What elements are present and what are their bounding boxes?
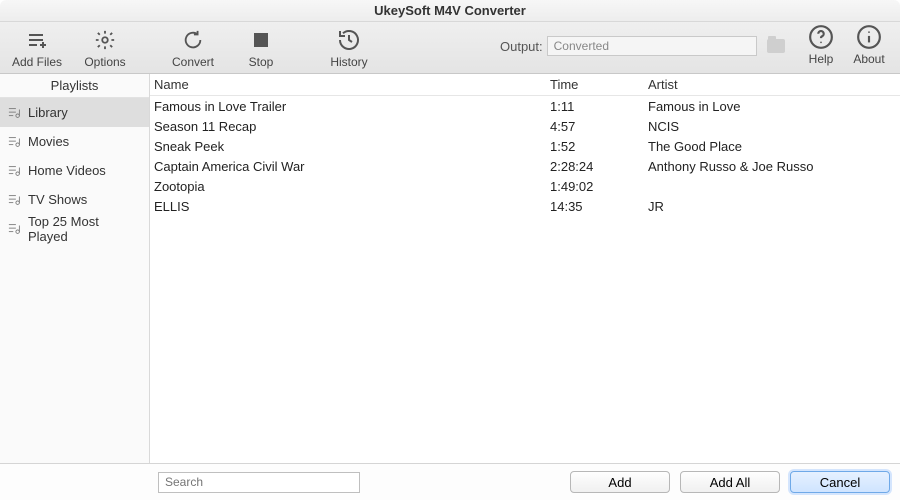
add-all-button[interactable]: Add All	[680, 471, 780, 493]
help-icon	[808, 24, 834, 50]
toolbar-right-group: Help About	[800, 24, 890, 66]
output-section: Output:	[500, 36, 785, 56]
app-title: UkeySoft M4V Converter	[374, 3, 526, 18]
cell-artist: Famous in Love	[648, 99, 900, 114]
sidebar-header: Playlists	[0, 74, 149, 98]
history-button[interactable]: History	[322, 27, 376, 69]
add-files-label: Add Files	[12, 55, 62, 69]
playlist-icon	[8, 193, 22, 207]
col-header-time[interactable]: Time	[550, 77, 648, 92]
stop-label: Stop	[249, 55, 274, 69]
refresh-icon	[181, 27, 205, 53]
convert-button[interactable]: Convert	[166, 27, 220, 69]
table-row[interactable]: Zootopia1:49:02	[150, 176, 900, 196]
sidebar-item-label: Movies	[28, 134, 69, 149]
playlist-icon	[8, 106, 22, 120]
col-header-name[interactable]: Name	[150, 77, 550, 92]
history-label: History	[330, 55, 367, 69]
help-button[interactable]: Help	[800, 24, 842, 66]
content-area: Playlists Library Movies Home Videos TV Sho…	[0, 74, 900, 464]
bottom-bar: Add Add All Cancel	[0, 464, 900, 500]
stop-icon	[251, 27, 271, 53]
info-icon	[856, 24, 882, 50]
cell-time: 1:52	[550, 139, 648, 154]
toolbar-left-group: Add Files Options	[10, 27, 132, 69]
cell-name: Famous in Love Trailer	[150, 99, 550, 114]
cell-time: 14:35	[550, 199, 648, 214]
add-files-button[interactable]: Add Files	[10, 27, 64, 69]
table-body: Famous in Love Trailer1:11Famous in Love…	[150, 96, 900, 216]
options-button[interactable]: Options	[78, 27, 132, 69]
search-input[interactable]	[158, 472, 360, 493]
options-label: Options	[84, 55, 125, 69]
sidebar-item-label: Library	[28, 105, 68, 120]
gear-icon	[93, 27, 117, 53]
sidebar-item-label: Home Videos	[28, 163, 106, 178]
sidebar: Playlists Library Movies Home Videos TV Sho…	[0, 74, 150, 463]
output-path-field[interactable]	[547, 36, 757, 56]
cell-time: 2:28:24	[550, 159, 648, 174]
help-label: Help	[809, 52, 834, 66]
about-button[interactable]: About	[848, 24, 890, 66]
playlist-icon	[8, 222, 22, 236]
sidebar-item-tv-shows[interactable]: TV Shows	[0, 185, 149, 214]
table-row[interactable]: Season 11 Recap4:57NCIS	[150, 116, 900, 136]
playlist-icon	[8, 135, 22, 149]
sidebar-item-home-videos[interactable]: Home Videos	[0, 156, 149, 185]
sidebar-item-label: TV Shows	[28, 192, 87, 207]
stop-button[interactable]: Stop	[234, 27, 288, 69]
table-row[interactable]: Captain America Civil War2:28:24Anthony …	[150, 156, 900, 176]
cell-time: 1:49:02	[550, 179, 648, 194]
history-icon	[336, 27, 362, 53]
table-row[interactable]: Famous in Love Trailer1:11Famous in Love	[150, 96, 900, 116]
cell-artist: NCIS	[648, 119, 900, 134]
sidebar-item-library[interactable]: Library	[0, 98, 149, 127]
cell-name: Captain America Civil War	[150, 159, 550, 174]
sidebar-item-label: Top 25 Most Played	[28, 214, 141, 244]
table-row[interactable]: Sneak Peek1:52The Good Place	[150, 136, 900, 156]
toolbar: Add Files Options Convert Stop	[0, 22, 900, 74]
toolbar-history-group: History	[322, 27, 376, 69]
cell-time: 4:57	[550, 119, 648, 134]
col-header-artist[interactable]: Artist	[648, 77, 900, 92]
toolbar-mid-group: Convert Stop	[166, 27, 288, 69]
main-panel: Name Time Artist Famous in Love Trailer1…	[150, 74, 900, 463]
table-header: Name Time Artist	[150, 74, 900, 96]
sidebar-item-movies[interactable]: Movies	[0, 127, 149, 156]
add-files-icon	[25, 27, 49, 53]
cell-name: Season 11 Recap	[150, 119, 550, 134]
table-row[interactable]: ELLIS14:35JR	[150, 196, 900, 216]
sidebar-item-top-25-most-played[interactable]: Top 25 Most Played	[0, 214, 149, 243]
about-label: About	[853, 52, 884, 66]
output-label: Output:	[500, 39, 543, 54]
cell-artist: Anthony Russo & Joe Russo	[648, 159, 900, 174]
cell-name: Zootopia	[150, 179, 550, 194]
titlebar: UkeySoft M4V Converter	[0, 0, 900, 22]
playlist-icon	[8, 164, 22, 178]
folder-icon[interactable]	[767, 39, 785, 53]
cell-name: Sneak Peek	[150, 139, 550, 154]
convert-label: Convert	[172, 55, 214, 69]
cancel-button[interactable]: Cancel	[790, 471, 890, 493]
cell-name: ELLIS	[150, 199, 550, 214]
cell-time: 1:11	[550, 99, 648, 114]
cell-artist: JR	[648, 199, 900, 214]
add-button[interactable]: Add	[570, 471, 670, 493]
cell-artist: The Good Place	[648, 139, 900, 154]
